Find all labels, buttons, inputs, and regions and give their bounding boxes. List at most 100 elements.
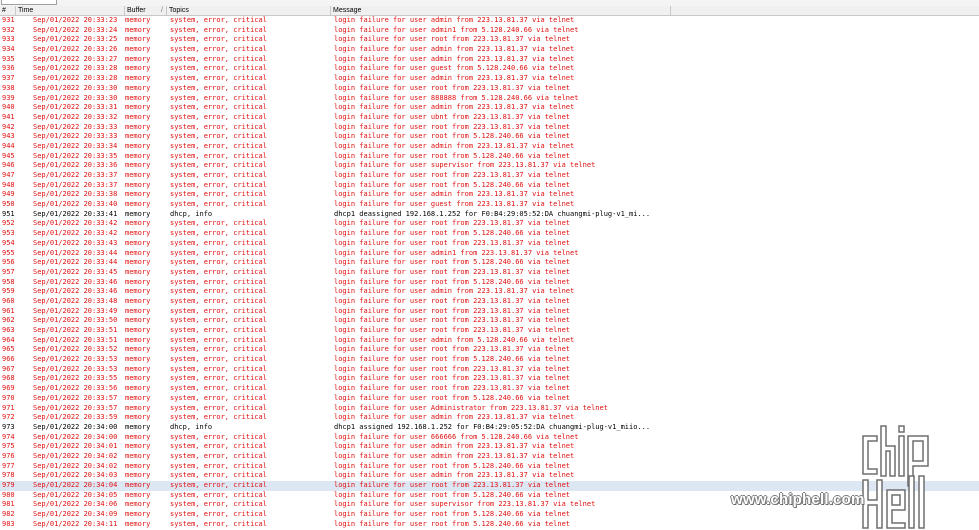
log-row[interactable]: 946 Sep/01/2022 20:33:36 memory system, err…	[0, 161, 979, 171]
log-row[interactable]: 978 Sep/01/2022 20:34:03 memory system, err…	[0, 471, 979, 481]
column-header-topics-label: Topics	[169, 7, 189, 14]
log-row[interactable]: 974 Sep/01/2022 20:34:00 memory system, err…	[0, 433, 979, 443]
row-message: login failure for user root from 5.128.2…	[334, 510, 571, 519]
log-row[interactable]: 970 Sep/01/2022 20:33:57 memory system, err…	[0, 394, 979, 404]
log-row[interactable]: 935 Sep/01/2022 20:33:27 memory system, err…	[0, 55, 979, 65]
log-row[interactable]: 981 Sep/01/2022 20:34:06 memory system, err…	[0, 500, 979, 510]
log-row[interactable]: 957 Sep/01/2022 20:33:45 memory system, err…	[0, 268, 979, 278]
row-time: Sep/01/2022 20:33:31	[33, 103, 118, 112]
row-buffer: memory	[125, 112, 151, 121]
log-row[interactable]: 966 Sep/01/2022 20:33:53 memory system, err…	[0, 355, 979, 365]
log-row[interactable]: 962 Sep/01/2022 20:33:50 memory system, err…	[0, 316, 979, 326]
column-header-time[interactable]: Time	[16, 6, 125, 15]
row-buffer: memory	[125, 219, 151, 228]
row-topics: system, error, critical	[170, 500, 267, 509]
row-number: 979	[2, 481, 15, 489]
log-row[interactable]: 940 Sep/01/2022 20:33:31 memory system, err…	[0, 103, 979, 113]
row-message: login failure for user supervisor from 2…	[334, 161, 596, 170]
filter-box[interactable]	[1, 0, 57, 5]
row-topics: system, error, critical	[170, 238, 267, 247]
log-row[interactable]: 934 Sep/01/2022 20:33:26 memory system, err…	[0, 45, 979, 55]
log-row[interactable]: 979 Sep/01/2022 20:34:04 memory system, err…	[0, 481, 979, 491]
log-row[interactable]: 943 Sep/01/2022 20:33:33 memory system, err…	[0, 132, 979, 142]
log-row[interactable]: 969 Sep/01/2022 20:33:56 memory system, err…	[0, 384, 979, 394]
log-row[interactable]: 976 Sep/01/2022 20:34:02 memory system, err…	[0, 452, 979, 462]
log-row[interactable]: 958 Sep/01/2022 20:33:46 memory system, err…	[0, 278, 979, 288]
log-row[interactable]: 942 Sep/01/2022 20:33:33 memory system, err…	[0, 123, 979, 133]
log-row[interactable]: 956 Sep/01/2022 20:33:44 memory system, err…	[0, 258, 979, 268]
log-row[interactable]: 968 Sep/01/2022 20:33:55 memory system, err…	[0, 374, 979, 384]
log-row[interactable]: 949 Sep/01/2022 20:33:38 memory system, err…	[0, 190, 979, 200]
column-header-filler	[671, 6, 979, 15]
log-row[interactable]: 952 Sep/01/2022 20:33:42 memory system, err…	[0, 219, 979, 229]
log-row[interactable]: 955 Sep/01/2022 20:33:44 memory system, err…	[0, 249, 979, 259]
row-message: login failure for user admin from 223.13…	[334, 471, 575, 480]
row-buffer: memory	[125, 258, 151, 267]
row-time: Sep/01/2022 20:33:42	[33, 229, 118, 238]
log-row[interactable]: 973 Sep/01/2022 20:34:00 memory dhcp, info d…	[0, 423, 979, 433]
log-row[interactable]: 932 Sep/01/2022 20:33:24 memory system, err…	[0, 26, 979, 36]
row-time: Sep/01/2022 20:33:34	[33, 141, 118, 150]
log-row[interactable]: 983 Sep/01/2022 20:34:11 memory system, err…	[0, 520, 979, 530]
row-time: Sep/01/2022 20:33:44	[33, 248, 118, 257]
log-row[interactable]: 982 Sep/01/2022 20:34:09 memory system, err…	[0, 510, 979, 520]
log-row[interactable]: 939 Sep/01/2022 20:33:30 memory system, err…	[0, 94, 979, 104]
log-row[interactable]: 959 Sep/01/2022 20:33:46 memory system, err…	[0, 287, 979, 297]
log-row[interactable]: 964 Sep/01/2022 20:33:51 memory system, err…	[0, 336, 979, 346]
log-row[interactable]: 963 Sep/01/2022 20:33:51 memory system, err…	[0, 326, 979, 336]
row-topics: system, error, critical	[170, 103, 267, 112]
log-row[interactable]: 954 Sep/01/2022 20:33:43 memory system, err…	[0, 239, 979, 249]
row-buffer: memory	[125, 248, 151, 257]
row-time: Sep/01/2022 20:33:25	[33, 35, 118, 44]
log-row[interactable]: 938 Sep/01/2022 20:33:30 memory system, err…	[0, 84, 979, 94]
log-row[interactable]: 975 Sep/01/2022 20:34:01 memory system, err…	[0, 442, 979, 452]
column-header-message[interactable]: Message	[331, 6, 671, 15]
row-number: 941	[2, 112, 15, 121]
row-time: Sep/01/2022 20:33:50	[33, 316, 118, 325]
row-buffer: memory	[125, 422, 151, 431]
row-time: Sep/01/2022 20:33:38	[33, 190, 118, 199]
log-row[interactable]: 971 Sep/01/2022 20:33:57 memory system, err…	[0, 404, 979, 414]
log-row[interactable]: 944 Sep/01/2022 20:33:34 memory system, err…	[0, 142, 979, 152]
row-number: 940	[2, 103, 15, 112]
row-buffer: memory	[125, 83, 151, 92]
log-table-body: 931 Sep/01/2022 20:33:23 memory system, err…	[0, 16, 979, 530]
row-topics: system, error, critical	[170, 248, 267, 257]
log-row[interactable]: 961 Sep/01/2022 20:33:49 memory system, err…	[0, 307, 979, 317]
row-message: login failure for user root from 223.13.…	[334, 35, 571, 44]
column-header-topics[interactable]: Topics	[167, 6, 331, 15]
log-row[interactable]: 977 Sep/01/2022 20:34:02 memory system, err…	[0, 462, 979, 472]
log-row[interactable]: 950 Sep/01/2022 20:33:40 memory system, err…	[0, 200, 979, 210]
row-message: login failure for user guest from 223.13…	[334, 200, 575, 209]
column-header-number[interactable]: #	[0, 6, 16, 15]
row-time: Sep/01/2022 20:33:40	[33, 200, 118, 209]
column-header-buffer[interactable]: Buffer /	[125, 6, 167, 15]
row-buffer: memory	[125, 132, 151, 141]
row-message: login failure for user root from 223.13.…	[334, 296, 571, 305]
row-buffer: memory	[125, 500, 151, 509]
log-row[interactable]: 951 Sep/01/2022 20:33:41 memory dhcp, info d…	[0, 210, 979, 220]
row-message: login failure for user root from 223.13.…	[334, 267, 571, 276]
log-row[interactable]: 945 Sep/01/2022 20:33:35 memory system, err…	[0, 152, 979, 162]
log-row[interactable]: 960 Sep/01/2022 20:33:48 memory system, err…	[0, 297, 979, 307]
log-row[interactable]: 931 Sep/01/2022 20:33:23 memory system, err…	[0, 16, 979, 26]
log-row[interactable]: 941 Sep/01/2022 20:33:32 memory system, err…	[0, 113, 979, 123]
column-header-message-label: Message	[333, 7, 362, 14]
row-time: Sep/01/2022 20:33:33	[33, 122, 118, 131]
row-number: 975	[2, 442, 15, 451]
log-row[interactable]: 948 Sep/01/2022 20:33:37 memory system, err…	[0, 181, 979, 191]
log-row[interactable]: 965 Sep/01/2022 20:33:52 memory system, err…	[0, 345, 979, 355]
log-row[interactable]: 972 Sep/01/2022 20:33:59 memory system, err…	[0, 413, 979, 423]
log-row[interactable]: 953 Sep/01/2022 20:33:42 memory system, err…	[0, 229, 979, 239]
log-row[interactable]: 936 Sep/01/2022 20:33:28 memory system, err…	[0, 64, 979, 74]
row-buffer: memory	[125, 122, 151, 131]
log-row[interactable]: 980 Sep/01/2022 20:34:05 memory system, err…	[0, 491, 979, 501]
log-row[interactable]: 933 Sep/01/2022 20:33:25 memory system, err…	[0, 35, 979, 45]
row-buffer: memory	[125, 25, 151, 34]
log-row[interactable]: 947 Sep/01/2022 20:33:37 memory system, err…	[0, 171, 979, 181]
row-buffer: memory	[125, 180, 151, 189]
log-row[interactable]: 967 Sep/01/2022 20:33:53 memory system, err…	[0, 365, 979, 375]
row-number: 961	[2, 306, 15, 315]
row-topics: system, error, critical	[170, 267, 267, 276]
log-row[interactable]: 937 Sep/01/2022 20:33:28 memory system, err…	[0, 74, 979, 84]
